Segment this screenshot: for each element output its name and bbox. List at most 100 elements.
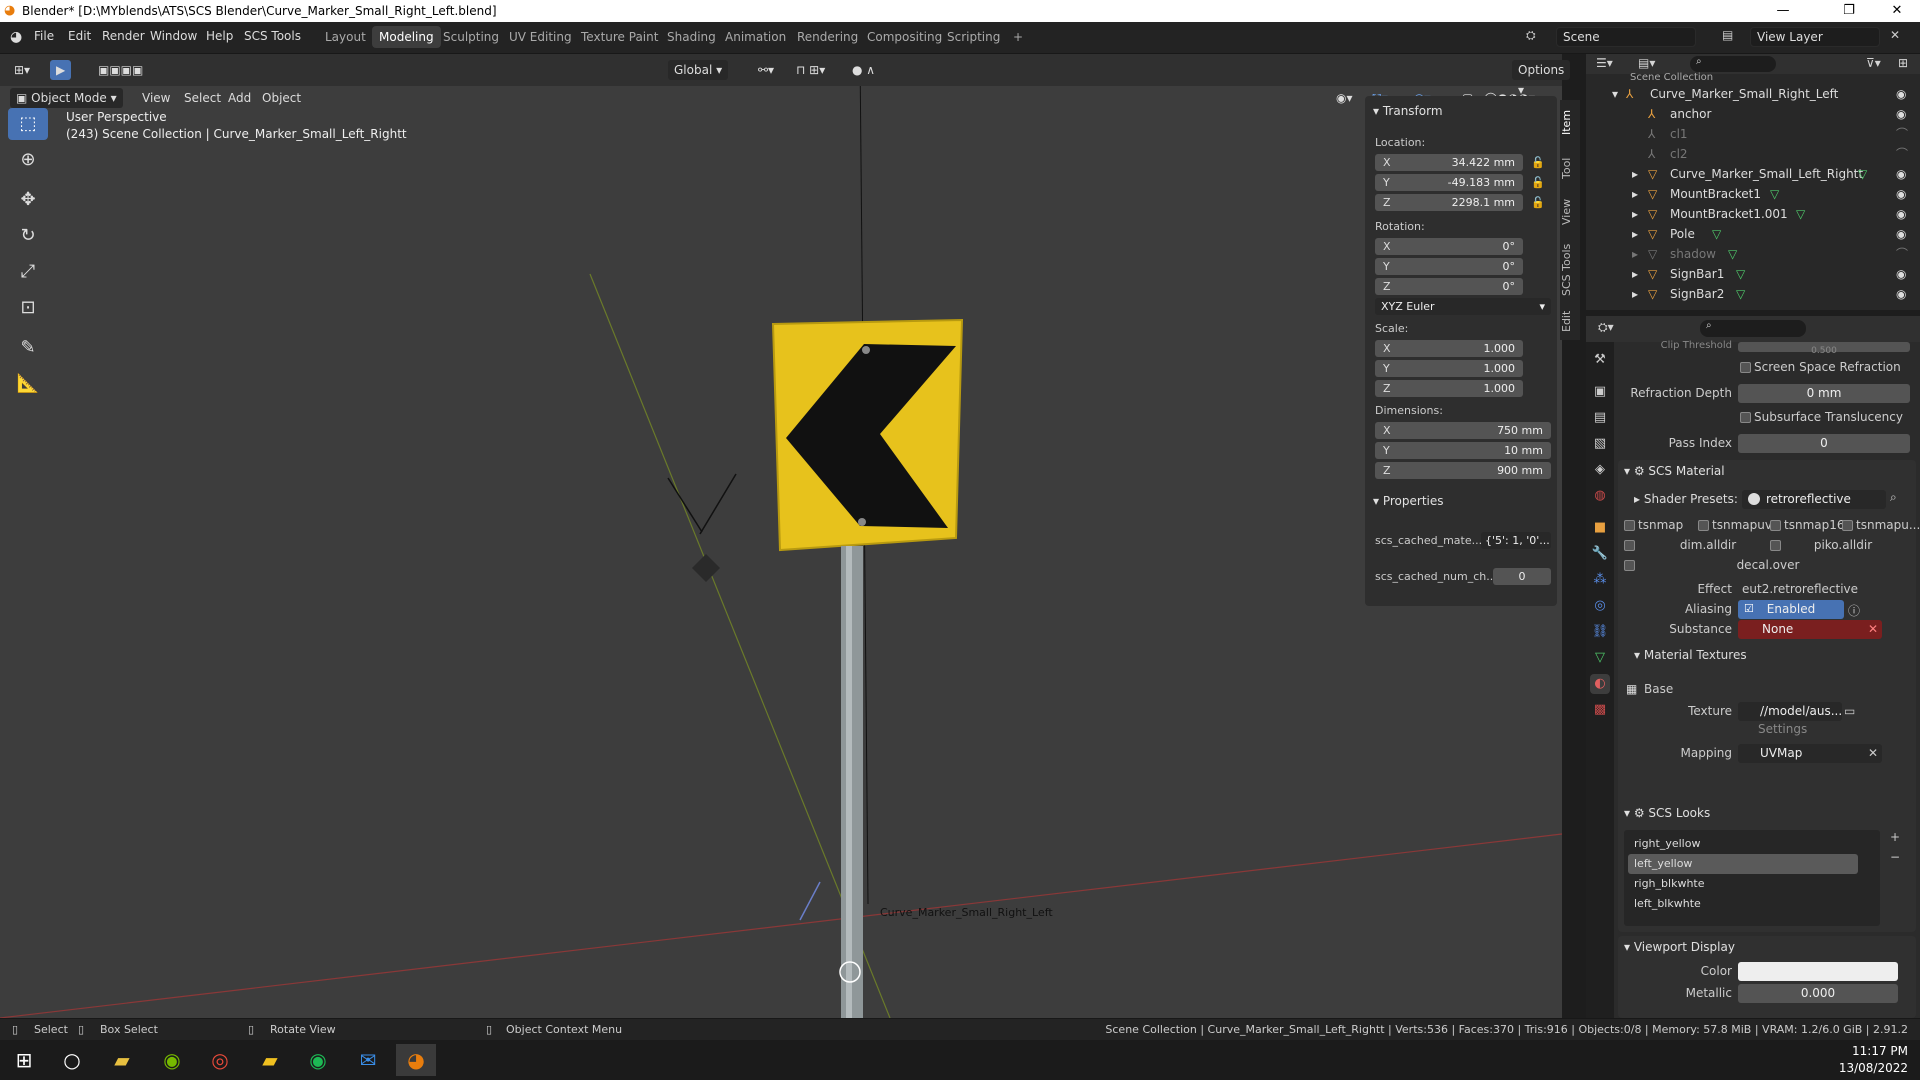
minimize-button[interactable]: —	[1760, 0, 1806, 22]
location-x-field[interactable]: X 34.422 mm	[1375, 154, 1523, 171]
rotation-mode-dropdown[interactable]: XYZ Euler ▾	[1375, 298, 1551, 315]
flag-checkbox[interactable]	[1624, 540, 1635, 551]
outliner-search[interactable]: ⌕	[1690, 56, 1776, 72]
menu-window[interactable]: Window	[150, 29, 197, 43]
view-layer-selector[interactable]: View Layer	[1750, 27, 1880, 47]
lock-icon[interactable]: 🔓	[1531, 156, 1545, 169]
rotation-x-field[interactable]: X 0°	[1375, 238, 1523, 255]
location-z-field[interactable]: Z 2298.1 mm	[1375, 194, 1523, 211]
tab-rendering[interactable]: Rendering	[790, 26, 865, 48]
outliner-item[interactable]: ⅄ cl1 ⌒	[1586, 124, 1920, 144]
tab-scs-tools[interactable]: SCS Tools	[1560, 240, 1580, 300]
pivot-icon[interactable]: ⚯▾	[752, 60, 780, 80]
clip-threshold-value[interactable]: 0.500	[1738, 342, 1910, 356]
outliner-item[interactable]: ⅄ anchor ◉	[1586, 104, 1920, 124]
material-tab-icon[interactable]: ◐	[1590, 674, 1610, 694]
maximize-button[interactable]: ❐	[1826, 0, 1872, 22]
shader-presets-label[interactable]: ▸ Shader Presets:	[1634, 492, 1738, 506]
eye-icon[interactable]: ◉	[1896, 164, 1906, 184]
eye-icon[interactable]: ◉	[1896, 104, 1906, 124]
outliner-item[interactable]: ▸ ▽ Pole ▽ ◉	[1586, 224, 1920, 244]
menu-select[interactable]: Select	[178, 88, 227, 108]
select-box-tool-icon[interactable]: ⬚	[8, 108, 48, 140]
tab-shading[interactable]: Shading	[660, 26, 723, 48]
tab-edit[interactable]: Edit	[1560, 306, 1580, 336]
object-mode-dropdown[interactable]: ▣ Object Mode ▾	[10, 88, 123, 108]
flag-checkbox[interactable]	[1842, 520, 1853, 531]
search-icon[interactable]: ○	[52, 1044, 92, 1076]
tab-scripting[interactable]: Scripting	[940, 26, 1007, 48]
spotify-icon[interactable]: ◉	[298, 1044, 338, 1076]
display-mode-icon[interactable]: ▤▾	[1638, 56, 1655, 70]
tool-tab-icon[interactable]: ⚒	[1590, 350, 1610, 370]
eye-icon[interactable]: ◉	[1896, 184, 1906, 204]
windows-start-icon[interactable]: ⊞	[4, 1044, 44, 1076]
refraction-depth-field[interactable]: 0 mm	[1738, 384, 1910, 403]
menu-scs-tools[interactable]: SCS Tools	[244, 29, 301, 43]
move-tool-icon[interactable]: ✥	[8, 184, 48, 216]
custom-prop-1-value[interactable]: {'5': 1, '0'...	[1481, 532, 1551, 549]
output-tab-icon[interactable]: ▤	[1590, 408, 1610, 428]
blender-taskbar-icon[interactable]: ◕	[396, 1044, 436, 1076]
list-item[interactable]: righ_blkwhte	[1628, 874, 1858, 894]
tab-item[interactable]: Item	[1560, 106, 1580, 138]
snap-icon[interactable]: ⊓ ⊞▾	[790, 60, 831, 80]
selection-mode-icons[interactable]: ▣▣▣▣	[92, 60, 149, 80]
particles-tab-icon[interactable]: ⁂	[1590, 570, 1610, 590]
outliner-item[interactable]: ▸ ▽ SignBar1 ▽ ◉	[1586, 264, 1920, 284]
data-tab-icon[interactable]: ▽	[1590, 648, 1610, 668]
tab-modeling[interactable]: Modeling	[372, 26, 441, 48]
3d-viewport[interactable]: User Perspective (243) Scene Collection …	[0, 54, 1562, 1018]
eye-icon[interactable]: ◉	[1896, 84, 1906, 104]
flag-checkbox[interactable]	[1770, 520, 1781, 531]
tab-view[interactable]: View	[1560, 196, 1580, 228]
tab-uv-editing[interactable]: UV Editing	[502, 26, 579, 48]
editor-type-icon[interactable]: ☰▾	[1596, 56, 1613, 70]
chrome-icon[interactable]: ◎	[200, 1044, 240, 1076]
blender-menu-icon[interactable]: ◕	[10, 29, 22, 45]
menu-add[interactable]: Add	[222, 88, 257, 108]
view-layer-tab-icon[interactable]: ▧	[1590, 434, 1610, 454]
folder-icon[interactable]: ▭	[1844, 704, 1855, 718]
annotate-tool-icon[interactable]: ✎	[8, 332, 48, 364]
remove-look-icon[interactable]: −	[1890, 850, 1900, 864]
scs-material-title[interactable]: ▾ ⚙ SCS Material	[1624, 464, 1725, 478]
new-collection-icon[interactable]: ⊞	[1898, 56, 1908, 70]
add-look-icon[interactable]: +	[1890, 830, 1900, 844]
constraints-tab-icon[interactable]: ⛓	[1590, 622, 1610, 642]
object-tab-icon[interactable]: ■	[1590, 518, 1610, 538]
scale-z-field[interactable]: Z 1.000	[1375, 380, 1523, 397]
tab-layout[interactable]: Layout	[318, 26, 373, 48]
menu-edit[interactable]: Edit	[68, 29, 91, 43]
texture-tab-icon[interactable]: ▩	[1590, 700, 1610, 720]
custom-prop-2-value[interactable]: 0	[1493, 568, 1551, 585]
subsurface-checkbox[interactable]	[1740, 412, 1751, 423]
mail-icon[interactable]: ✉	[348, 1044, 388, 1076]
outliner-item[interactable]: ▸ ▽ shadow ▽ ⌒	[1586, 244, 1920, 264]
transform-orientation[interactable]: Global ▾	[668, 60, 729, 80]
properties-title[interactable]: ▾ Properties	[1373, 494, 1444, 508]
location-y-field[interactable]: Y -49.183 mm	[1375, 174, 1523, 191]
scene-selector[interactable]: Scene	[1556, 27, 1696, 47]
lock-icon[interactable]: 🔓	[1531, 196, 1545, 209]
menu-file[interactable]: File	[34, 29, 54, 43]
flag-checkbox[interactable]	[1624, 520, 1635, 531]
outliner-item[interactable]: ▾ ⅄ Curve_Marker_Small_Right_Left ◉	[1586, 84, 1920, 104]
scs-looks-title[interactable]: ▾ ⚙ SCS Looks	[1624, 806, 1710, 820]
menu-view[interactable]: View	[136, 88, 176, 108]
hidden-eye-icon[interactable]: ⌒	[1896, 144, 1908, 164]
modifier-tab-icon[interactable]: 🔧	[1590, 544, 1610, 564]
color-swatch[interactable]	[1738, 962, 1898, 981]
material-textures-title[interactable]: ▾ Material Textures	[1634, 648, 1747, 662]
properties-search[interactable]: ⌕	[1700, 320, 1806, 337]
eye-icon[interactable]: ◉	[1896, 284, 1906, 304]
tab-animation[interactable]: Animation	[718, 26, 793, 48]
hidden-eye-icon[interactable]: ⌒	[1896, 124, 1908, 144]
render-tab-icon[interactable]: ▣	[1590, 382, 1610, 402]
search-icon[interactable]: ⌕	[1890, 490, 1897, 505]
lock-icon[interactable]: 🔓	[1531, 176, 1545, 189]
texture-path-field[interactable]: //model/aus...	[1738, 702, 1842, 721]
tab-compositing[interactable]: Compositing	[860, 26, 949, 48]
mapping-field[interactable]: UVMap	[1738, 744, 1882, 763]
transform-tool-icon[interactable]: ⊡	[8, 292, 48, 324]
